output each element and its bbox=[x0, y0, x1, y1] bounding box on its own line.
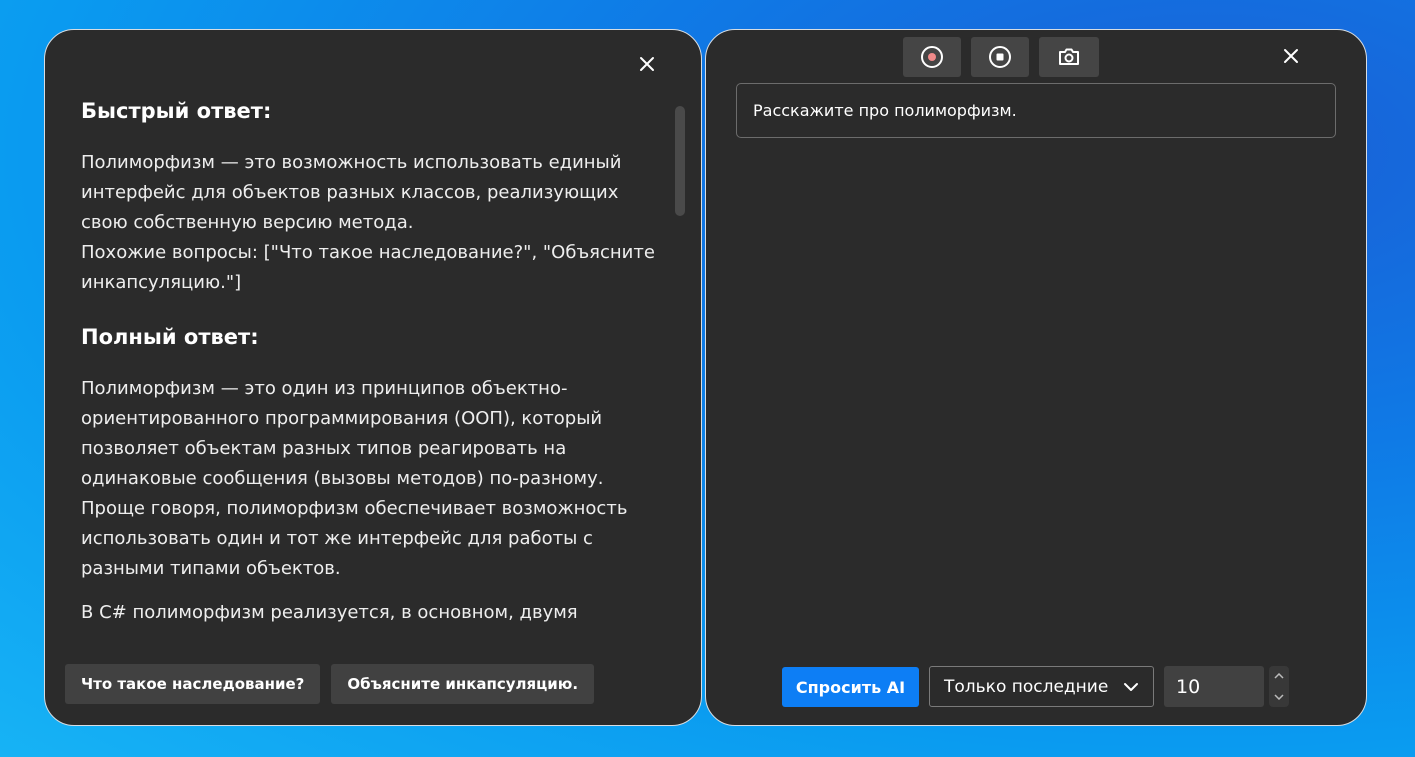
history-mode-value: Только последние bbox=[944, 676, 1109, 697]
close-icon bbox=[640, 57, 654, 71]
close-answer-panel-button[interactable] bbox=[635, 52, 659, 76]
message-count-value: 10 bbox=[1176, 675, 1201, 698]
message-count-input[interactable]: 10 bbox=[1164, 666, 1264, 707]
suggestion-button-encapsulation[interactable]: Объясните инкапсуляцию. bbox=[331, 664, 595, 704]
increment-button[interactable] bbox=[1269, 667, 1289, 685]
capture-toolbar bbox=[903, 37, 1099, 77]
question-field[interactable]: Расскажите про полиморфизм. bbox=[736, 83, 1336, 138]
stop-icon bbox=[989, 46, 1011, 68]
related-questions-text: Похожие вопросы: ["Что такое наследовани… bbox=[81, 242, 655, 293]
answer-panel: Быстрый ответ: Полиморфизм — это возможн… bbox=[44, 29, 702, 726]
question-panel: Расскажите про полиморфизм. Спросить AI … bbox=[705, 29, 1367, 726]
record-icon bbox=[921, 46, 943, 68]
decrement-button[interactable] bbox=[1269, 688, 1289, 706]
suggestion-buttons: Что такое наследование? Объясните инкапс… bbox=[65, 664, 595, 704]
quick-answer-heading: Быстрый ответ: bbox=[81, 99, 272, 123]
ask-ai-button[interactable]: Спросить AI bbox=[782, 667, 919, 707]
count-stepper[interactable] bbox=[1269, 666, 1289, 707]
question-text: Расскажите про полиморфизм. bbox=[753, 101, 1017, 120]
record-button[interactable] bbox=[903, 37, 961, 77]
chevron-down-icon bbox=[1274, 694, 1284, 700]
screenshot-button[interactable] bbox=[1039, 37, 1099, 77]
close-question-panel-button[interactable] bbox=[1279, 44, 1303, 68]
full-answer-paragraph: В C# полиморфизм реализуется, в основном… bbox=[81, 602, 578, 623]
history-mode-select[interactable]: Только последние bbox=[929, 666, 1154, 707]
full-answer-paragraph: Полиморфизм — это один из принципов объе… bbox=[81, 378, 628, 579]
answer-scrollbar[interactable] bbox=[675, 106, 685, 216]
suggestion-button-inheritance[interactable]: Что такое наследование? bbox=[65, 664, 321, 704]
camera-icon bbox=[1059, 48, 1079, 65]
chevron-down-icon bbox=[1124, 682, 1138, 691]
stop-button[interactable] bbox=[971, 37, 1029, 77]
answer-content: Быстрый ответ: Полиморфизм — это возможн… bbox=[81, 96, 661, 674]
full-answer-heading: Полный ответ: bbox=[81, 325, 259, 349]
quick-answer-text: Полиморфизм — это возможность использова… bbox=[81, 152, 622, 233]
close-icon bbox=[1284, 49, 1298, 63]
chevron-up-icon bbox=[1274, 673, 1284, 679]
